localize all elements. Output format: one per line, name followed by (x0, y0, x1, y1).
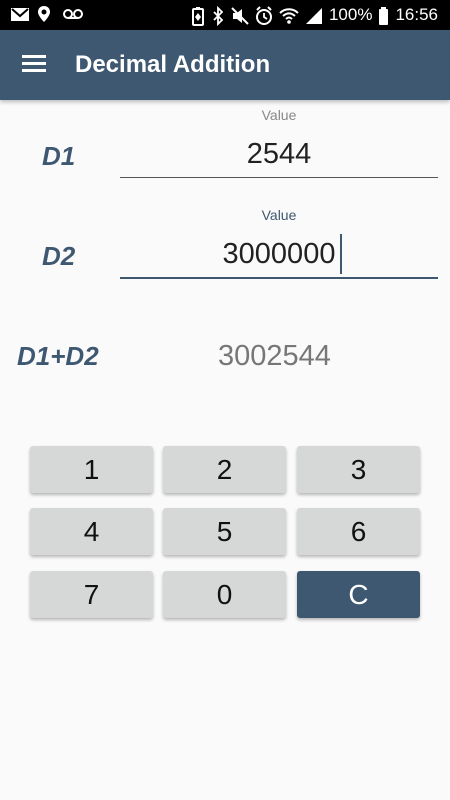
d2-input[interactable] (120, 232, 438, 276)
voicemail-icon (62, 5, 84, 23)
key-5[interactable]: 5 (163, 508, 286, 555)
signal-icon (305, 6, 323, 24)
key-3[interactable]: 3 (297, 446, 420, 493)
key-2[interactable]: 2 (163, 446, 286, 493)
menu-button[interactable] (16, 47, 52, 83)
text-cursor (340, 234, 342, 274)
d1-underline (120, 177, 438, 178)
key-1[interactable]: 1 (30, 446, 153, 493)
bluetooth-icon (211, 5, 225, 27)
gmail-icon (10, 5, 29, 23)
battery-percent: 100% (328, 5, 373, 24)
key-0[interactable]: 0 (163, 571, 286, 618)
battery-saver-icon (191, 6, 205, 26)
app-title: Decimal Addition (75, 51, 271, 78)
d2-underline (120, 277, 438, 279)
status-bar-right: 100% 16:56 (191, 4, 438, 27)
sum-label: D1+D2 (17, 341, 99, 371)
app-bar: Decimal Addition (0, 30, 450, 100)
location-icon (36, 5, 54, 23)
d1-input[interactable] (120, 132, 438, 176)
d2-field-label: Value (261, 207, 297, 223)
d1-field-label: Value (261, 107, 297, 123)
wifi-icon (279, 6, 299, 24)
mute-icon (231, 6, 249, 25)
d1-label: D1 (42, 141, 76, 171)
sum-result: 3002544 (218, 340, 331, 372)
alarm-icon (255, 6, 273, 25)
status-time: 16:56 (395, 5, 438, 24)
key-4[interactable]: 4 (30, 508, 153, 555)
clear-button[interactable]: C (297, 571, 420, 618)
key-7[interactable]: 7 (30, 571, 153, 618)
battery-icon (378, 6, 389, 25)
hamburger-menu-icon (22, 53, 46, 78)
d2-label: D2 (42, 241, 76, 271)
key-6[interactable]: 6 (297, 508, 420, 555)
status-bar-left (10, 5, 84, 23)
status-bar: 100% 16:56 (0, 0, 450, 30)
